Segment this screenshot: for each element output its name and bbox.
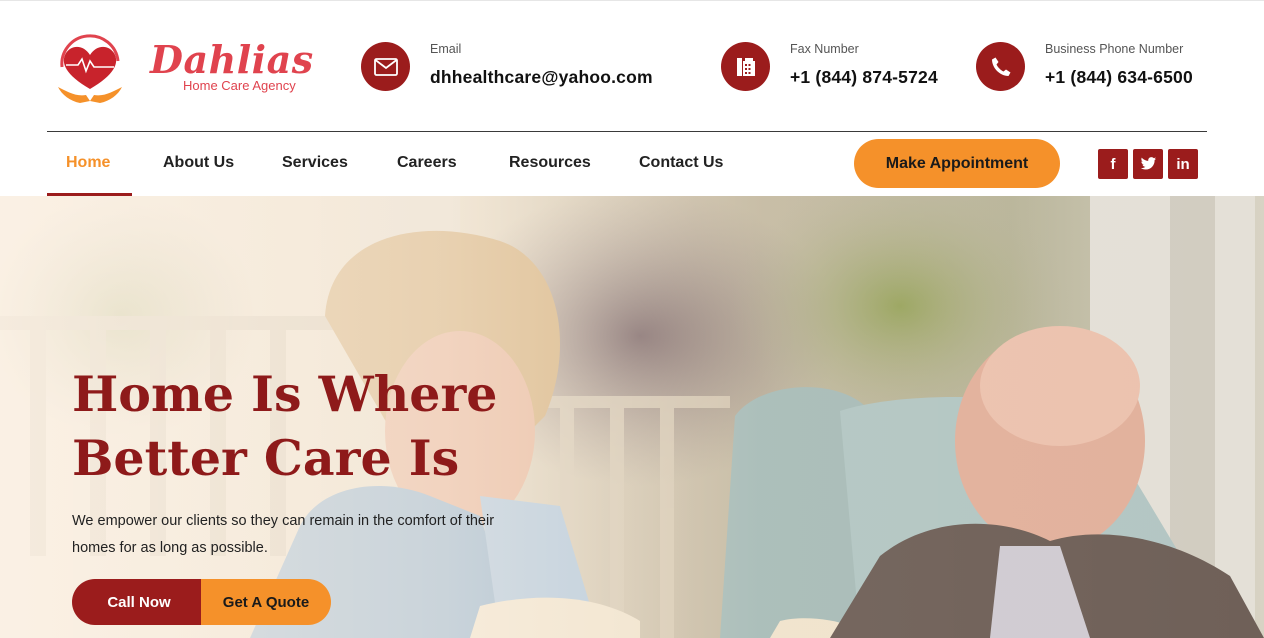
make-appointment-button[interactable]: Make Appointment <box>854 139 1060 188</box>
nav-item-contact-us[interactable]: Contact Us <box>639 132 723 196</box>
facebook-icon[interactable]: f <box>1098 149 1128 179</box>
fax-icon <box>721 42 770 91</box>
get-a-quote-button[interactable]: Get A Quote <box>201 579 331 625</box>
heart-hands-logo-icon <box>58 34 122 103</box>
brand-name: Dahlias <box>150 37 314 82</box>
nav-item-home[interactable]: Home <box>66 132 110 196</box>
hero-title-line-2: Better Care Is <box>72 429 460 487</box>
hero-description: We empower our clients so they can remai… <box>72 513 495 556</box>
email-value[interactable]: dhhealthcare@yahoo.com <box>430 67 653 88</box>
twitter-icon[interactable] <box>1133 149 1163 179</box>
site-header: Dahlias Home Care Agency Email dhhealthc… <box>0 0 1264 131</box>
fax-value[interactable]: +1 (844) 874-5724 <box>790 67 938 88</box>
phone-icon <box>976 42 1025 91</box>
site-logo[interactable]: Dahlias Home Care Agency <box>52 31 313 105</box>
nav-item-careers[interactable]: Careers <box>397 132 457 196</box>
hero-section: Home Is Where Better Care Is We empower … <box>0 196 1264 638</box>
phone-value[interactable]: +1 (844) 634-6500 <box>1045 67 1193 88</box>
linkedin-icon[interactable]: in <box>1168 149 1198 179</box>
call-now-button[interactable]: Call Now <box>72 579 206 625</box>
hero-title-line-1: Home Is Where <box>72 365 498 423</box>
brand-tagline: Home Care Agency <box>183 78 296 93</box>
phone-label: Business Phone Number <box>1045 42 1184 56</box>
envelope-icon <box>361 42 410 91</box>
nav-item-services[interactable]: Services <box>282 132 348 196</box>
nav-item-resources[interactable]: Resources <box>509 132 591 196</box>
email-label: Email <box>430 42 462 56</box>
hero-title: Home Is Where Better Care Is <box>72 362 592 490</box>
fax-label: Fax Number <box>790 42 859 56</box>
nav-item-about-us[interactable]: About Us <box>163 132 234 196</box>
